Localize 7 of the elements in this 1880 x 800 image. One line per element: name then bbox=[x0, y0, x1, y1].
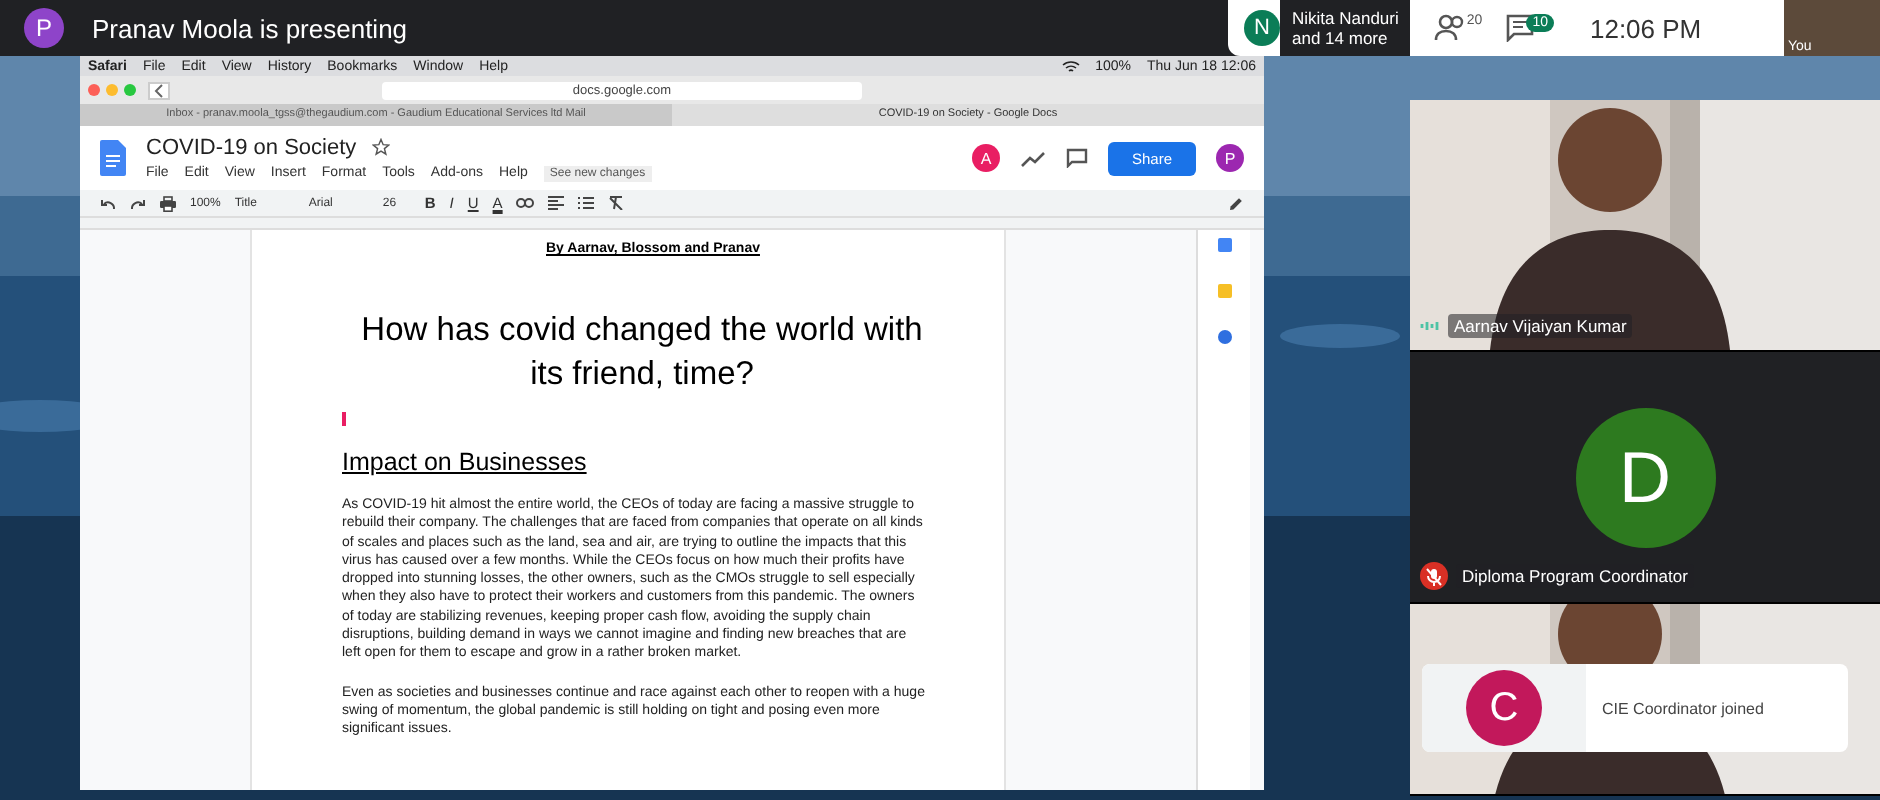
clock-time: 12:06 PM bbox=[1589, 13, 1702, 43]
people-button[interactable]: 20 bbox=[1434, 14, 1483, 42]
participant-name: Nikita Nanduri bbox=[1292, 8, 1399, 28]
participant-more: and 14 more bbox=[1292, 28, 1390, 48]
participant-avatar: N bbox=[1244, 10, 1280, 46]
presenter-avatar: P bbox=[24, 8, 64, 48]
presenting-label: Pranav Moola is presenting bbox=[92, 13, 410, 43]
